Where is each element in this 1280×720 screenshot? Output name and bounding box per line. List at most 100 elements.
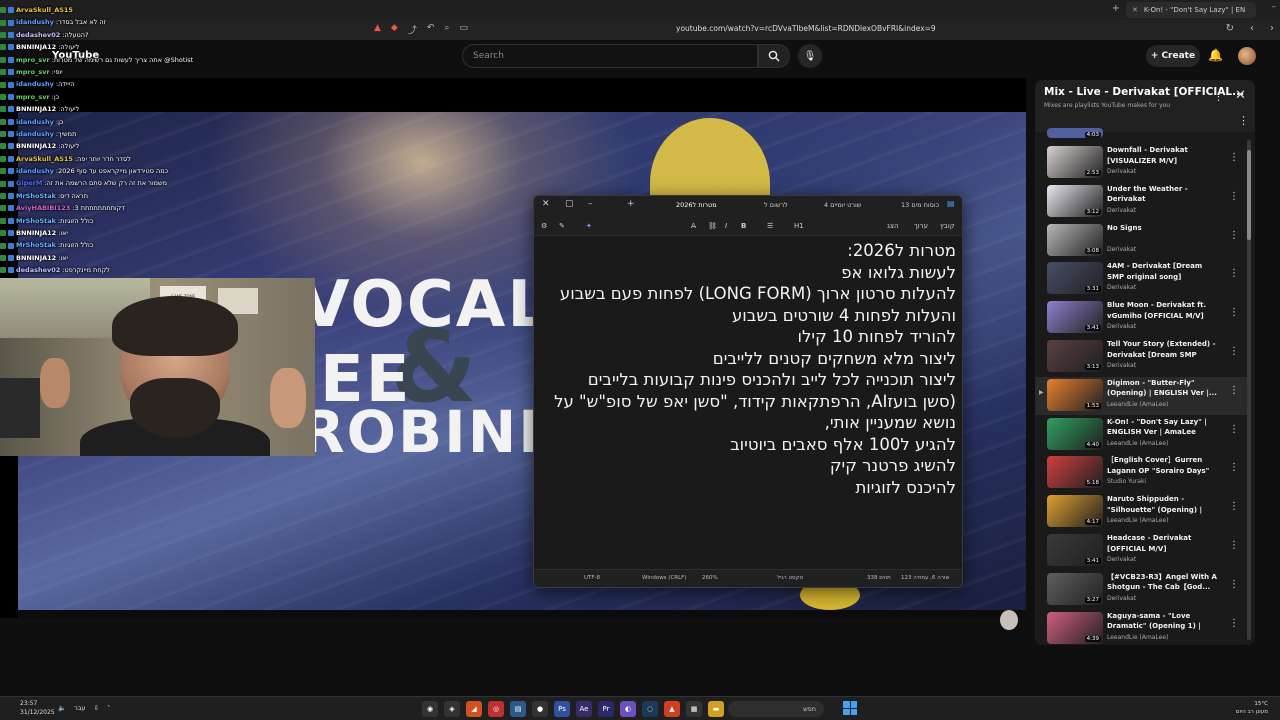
chat-username[interactable]: ArvaSkull_AS15 [16, 153, 73, 165]
back-icon[interactable]: ‹ [1250, 23, 1254, 34]
taskbar-clock[interactable]: 23:57 31/12/2025 [20, 699, 55, 717]
item-menu-icon[interactable]: ⋮ [1229, 152, 1239, 163]
steam-icon[interactable]: ◌ [642, 701, 658, 717]
item-menu-icon[interactable]: ⋮ [1229, 540, 1239, 551]
new-tab-icon[interactable]: + [627, 199, 635, 209]
photoshop-icon[interactable]: Ps [554, 701, 570, 717]
search-input[interactable]: Search [462, 44, 758, 68]
menu-edit[interactable]: ערוך [914, 222, 928, 230]
playlist-actions-icon[interactable]: ⋮ [1238, 114, 1249, 127]
chat-username[interactable]: ArvaSkull_AS15 [16, 4, 73, 16]
chat-username[interactable]: idandushy [16, 128, 54, 140]
file-explorer-icon[interactable]: ▬ [708, 701, 724, 717]
italic-icon[interactable]: I [725, 222, 727, 230]
forward-icon[interactable]: › [1270, 23, 1274, 34]
notepad-tab-active[interactable]: מטרות ל2026 [676, 201, 717, 209]
channel-mini-avatar[interactable] [1000, 610, 1018, 630]
close-tab-icon[interactable]: ✕ [1132, 6, 1138, 14]
chat-username[interactable]: GiperM [16, 177, 42, 189]
notepad-tab[interactable]: לרשום ל [764, 201, 788, 209]
playlist-item[interactable]: 3:13 Tell Your Story (Extended) - Derivak… [1035, 338, 1247, 376]
chat-username[interactable]: AviyHABIBI123 [16, 202, 70, 214]
create-button[interactable]: + Create [1146, 45, 1200, 67]
notifications-bell-icon[interactable]: 🔔 [1208, 48, 1223, 62]
share-icon[interactable]: ⤴ [408, 23, 417, 36]
chat-username[interactable]: mpro_svr [16, 54, 50, 66]
playlist-item[interactable]: 3:08 No Signs Derivakat ⋮ [1035, 222, 1247, 260]
refresh-icon[interactable]: ↻ [1226, 23, 1234, 34]
item-menu-icon[interactable]: ⋮ [1229, 230, 1239, 241]
bold-icon[interactable]: B [741, 222, 746, 230]
brave-taskbar-icon[interactable]: ▲ [664, 701, 680, 717]
close-window-icon[interactable]: ✕ [542, 199, 550, 209]
search-button[interactable] [758, 44, 790, 68]
chrome-icon[interactable]: ◎ [488, 701, 504, 717]
playlist-item[interactable]: 2:53 Downfall - Derivakat [VISUALIZER M/V… [1035, 144, 1247, 182]
chat-username[interactable]: idandushy [16, 16, 54, 28]
voice-search-button[interactable]: 🎙 [798, 44, 822, 68]
item-menu-icon[interactable]: ⋮ [1229, 307, 1239, 318]
volume-icon[interactable]: 🔈 [58, 704, 66, 712]
playlist-scrollbar-thumb[interactable] [1247, 150, 1251, 240]
shield-icon[interactable]: ◆ [391, 23, 398, 36]
chat-username[interactable]: dedashev02 [16, 29, 60, 41]
undo-icon[interactable]: ↶ [427, 23, 435, 36]
close-playlist-icon[interactable]: ✕ [1235, 88, 1246, 103]
link-icon[interactable]: ⛓ [708, 222, 717, 230]
new-tab-button[interactable]: + [1112, 3, 1120, 14]
taskbar-weather[interactable]: 15°C מעונן רב היום [1218, 700, 1268, 716]
list-icon[interactable]: ☰ [767, 222, 773, 230]
chat-username[interactable]: BNNINJA12 [16, 140, 56, 152]
item-menu-icon[interactable]: ⋮ [1229, 268, 1239, 279]
tray-chevron-icon[interactable]: ˄ [107, 704, 110, 712]
chat-username[interactable]: MrShoStak [16, 215, 56, 227]
taskbar-search[interactable]: חפש [728, 701, 824, 717]
browser-tab-active[interactable]: ✕ K-On! - "Don't Say Lazy" | EN [1126, 2, 1256, 18]
chat-username[interactable]: mpro_svr [16, 66, 50, 78]
playlist-item[interactable]: 3:12 Under the Weather - Derivakat Derivak… [1035, 183, 1247, 221]
copilot-icon[interactable]: ✦ [586, 222, 592, 230]
chat-username[interactable]: idandushy [16, 165, 54, 177]
url-field[interactable]: youtube.com/watch?v=rcDVvaTIbeM&list=RDN… [676, 24, 936, 33]
more-options-icon[interactable]: ⋮ [1213, 90, 1224, 103]
minimize-window-icon[interactable]: – [588, 199, 593, 209]
playlist-item[interactable]: 4:17 Naruto Shippuden - "Silhouette" (Ope… [1035, 493, 1247, 531]
chat-username[interactable]: MrShoStak [16, 239, 56, 251]
notepad-tab[interactable]: 13 כוסות מים [901, 201, 939, 209]
minimize-icon[interactable]: – [1272, 2, 1277, 12]
item-menu-icon[interactable]: ⋮ [1229, 618, 1239, 629]
heading-dropdown[interactable]: H1 [794, 222, 804, 230]
clear-format-icon[interactable]: A̶ [691, 222, 696, 230]
after-effects-icon[interactable]: Ae [576, 701, 592, 717]
app-orange-icon[interactable]: ◢ [466, 701, 482, 717]
playlist-item-partial[interactable]: 4:03 [1035, 128, 1247, 140]
notepad-tab[interactable]: שורט יומיים 4 [824, 201, 861, 209]
menu-file[interactable]: קובץ [940, 222, 955, 230]
start-menu-icon[interactable] [843, 701, 857, 715]
item-menu-icon[interactable]: ⋮ [1229, 191, 1239, 202]
network-icon[interactable]: ⇩ [94, 704, 99, 712]
notepad-taskbar-icon[interactable]: ▤ [510, 701, 526, 717]
playlist-item[interactable]: 3:41 Headcase - Derivakat [OFFICIAL M/V] D… [1035, 532, 1247, 570]
chat-username[interactable]: idandushy [16, 116, 54, 128]
premiere-icon[interactable]: Pr [598, 701, 614, 717]
item-menu-icon[interactable]: ⋮ [1229, 424, 1239, 435]
playlist-item[interactable]: 3:27 【#VCB23-R3】Angel With A Shotgun - Th… [1035, 571, 1247, 609]
item-menu-icon[interactable]: ⋮ [1229, 579, 1239, 590]
playlist-item[interactable]: 4:39 Kaguya-sama - "Love Dramatic" (Openi… [1035, 610, 1247, 645]
zoom-icon[interactable]: ⌕ [444, 23, 449, 36]
maximize-window-icon[interactable]: ▢ [565, 199, 574, 209]
screen-icon[interactable]: ▭ [459, 23, 468, 36]
account-avatar[interactable] [1238, 47, 1256, 65]
chat-username[interactable]: BNNINJA12 [16, 252, 56, 264]
chat-username[interactable]: MrShoStak [16, 190, 56, 202]
language-indicator[interactable]: עבר [74, 704, 86, 712]
brush-icon[interactable]: ✎ [559, 222, 565, 230]
item-menu-icon[interactable]: ⋮ [1229, 462, 1239, 473]
item-menu-icon[interactable]: ⋮ [1229, 385, 1239, 396]
chat-username[interactable]: BNNINJA12 [16, 41, 56, 53]
playlist-item[interactable]: 4:40 K-On! - "Don't Say Lazy" | ENGLISH V… [1035, 416, 1247, 454]
menu-view[interactable]: הצג [887, 222, 899, 230]
item-menu-icon[interactable]: ⋮ [1229, 346, 1239, 357]
notepad-text-area[interactable]: מטרות ל2026: לעשות גלואו אפ להעלות סרטון א… [534, 236, 962, 570]
